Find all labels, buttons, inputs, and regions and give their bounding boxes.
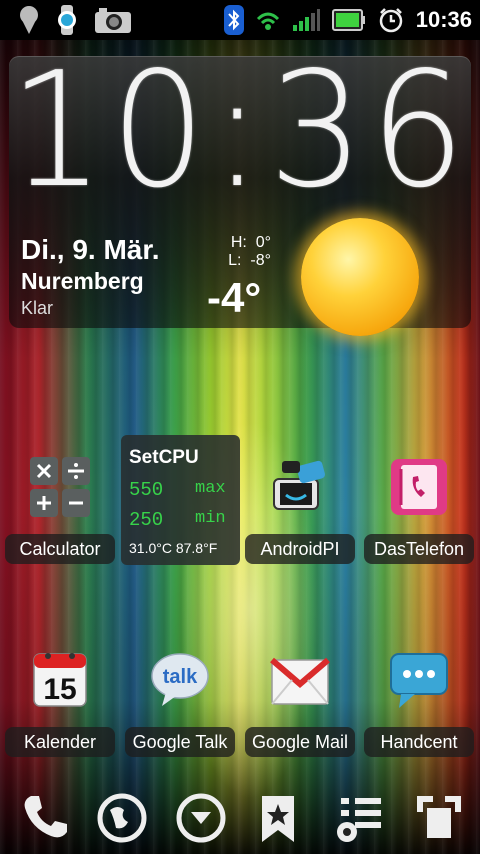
- sun-icon: [301, 218, 419, 336]
- camera-icon: [95, 8, 131, 33]
- app-drawer-icon[interactable]: [173, 790, 229, 846]
- status-bar[interactable]: 10:36: [0, 0, 480, 40]
- app-label: DasTelefon: [364, 534, 474, 564]
- low-label: L:: [228, 252, 242, 269]
- widget-city: Nuremberg: [21, 268, 144, 294]
- bookmark-icon[interactable]: [250, 790, 306, 846]
- calendar-day: 15: [43, 673, 76, 706]
- setcpu-max-label: max: [195, 479, 226, 498]
- app-label: Calculator: [5, 534, 115, 564]
- widget-date: Di., 9. Mär.: [21, 234, 160, 265]
- app-label: AndroidPI: [245, 534, 355, 564]
- calculator-icon: [30, 457, 90, 517]
- messaging-icon: [390, 653, 448, 708]
- signal-icon: [292, 9, 320, 31]
- low-value: -8°: [250, 252, 271, 269]
- battery-icon: [331, 9, 365, 31]
- gmail-icon: [270, 657, 330, 705]
- setcpu-max-value: 550: [129, 479, 164, 501]
- screens-icon[interactable]: [411, 790, 467, 846]
- location-pin-icon: [20, 6, 38, 34]
- setcpu-temps: 31.0°C 87.8°F: [129, 540, 218, 556]
- widget-time: 10:36: [9, 38, 472, 224]
- clock-weather-widget[interactable]: 10:36 Di., 9. Mär. Nuremberg Klar H: 0° …: [9, 52, 471, 336]
- alarm-icon: [379, 8, 402, 33]
- calendar-icon: 15: [33, 653, 87, 707]
- current-temperature: -4°: [207, 274, 262, 321]
- app-label: Google Talk: [125, 727, 235, 757]
- talk-icon: talk: [151, 653, 209, 706]
- setcpu-widget[interactable]: SetCPU 550 max 250 min 31.0°C 87.8°F: [121, 435, 240, 565]
- app-label: Google Mail: [245, 727, 355, 757]
- wifi-icon: [256, 12, 279, 30]
- setcpu-max-row: 550 max: [129, 479, 226, 501]
- browser-icon[interactable]: [94, 790, 150, 846]
- setcpu-min-label: min: [195, 509, 226, 528]
- app-label: Handcent: [364, 727, 474, 757]
- setcpu-title: SetCPU: [129, 447, 199, 468]
- high-low-temps: H: 0° L: -8°: [217, 234, 271, 270]
- widget-condition: Klar: [21, 298, 54, 318]
- dock: [0, 780, 480, 854]
- phonebook-icon: [391, 459, 447, 515]
- bluetooth-icon: [223, 5, 244, 35]
- setcpu-min-value: 250: [129, 509, 164, 531]
- high-label: H:: [230, 234, 247, 251]
- talk-icon-text: talk: [163, 666, 198, 688]
- watch-icon: [58, 5, 76, 35]
- phone-icon[interactable]: [17, 790, 73, 846]
- status-clock: 10:36: [415, 7, 472, 32]
- androidpit-icon: [273, 460, 325, 510]
- app-label: Kalender: [5, 727, 115, 757]
- high-value: 0°: [255, 234, 271, 251]
- settings-list-icon[interactable]: [333, 790, 389, 846]
- setcpu-min-row: 250 min: [129, 509, 226, 531]
